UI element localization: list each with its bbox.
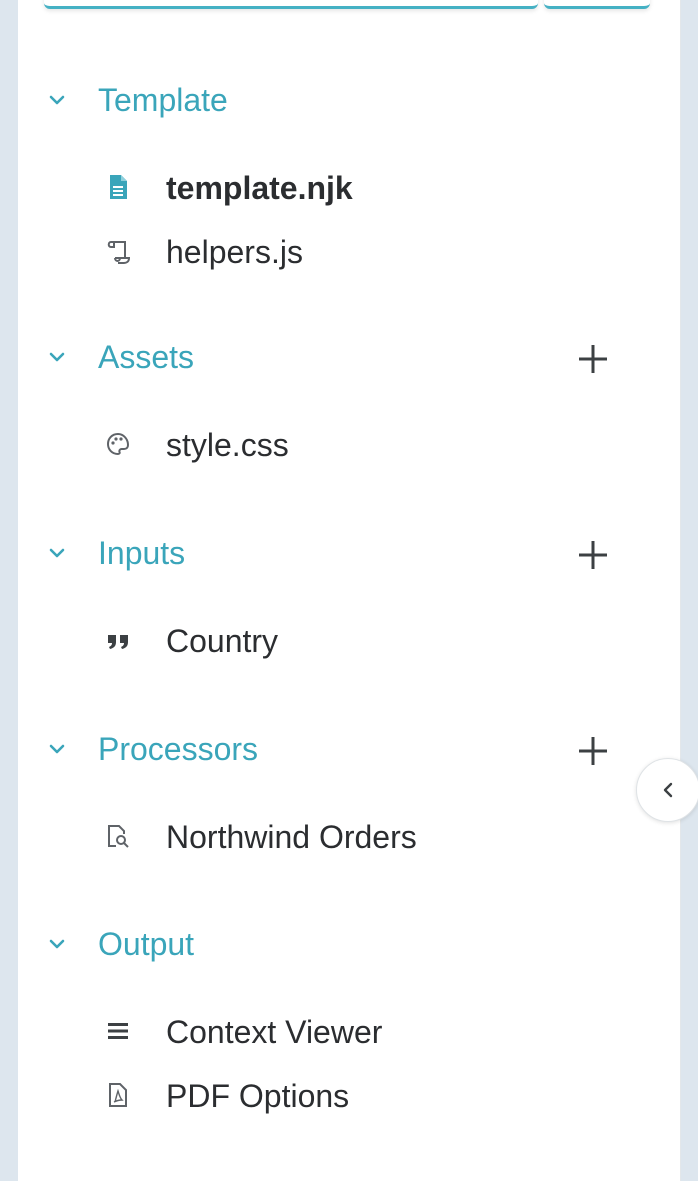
tree-item-style-css[interactable]: style.css: [18, 417, 680, 471]
section-header-assets[interactable]: Assets: [18, 331, 680, 381]
tree-item-northwind-orders[interactable]: Northwind Orders: [18, 809, 680, 863]
chevron-down-icon[interactable]: [46, 92, 68, 108]
palette-icon: [106, 432, 130, 456]
section-title-assets[interactable]: Assets: [98, 337, 194, 377]
tree-item-label: style.css: [166, 427, 289, 463]
tree-item-label: template.njk: [166, 170, 353, 206]
plus-icon[interactable]: [575, 537, 611, 573]
pdf-file-icon: [109, 1083, 127, 1107]
top-tab-main[interactable]: [44, 0, 538, 9]
file-search-icon: [108, 825, 129, 848]
tree-item-label: Context Viewer: [166, 1014, 383, 1050]
section-processors: Processors: [18, 723, 680, 773]
section-inputs: Inputs: [18, 527, 680, 577]
chevron-down-icon[interactable]: [46, 936, 68, 952]
section-title-inputs[interactable]: Inputs: [98, 533, 185, 573]
tree-item-label: helpers.js: [166, 234, 303, 270]
collapse-sidebar-button[interactable]: [636, 758, 698, 822]
script-scroll-icon: [107, 241, 131, 264]
section-header-processors[interactable]: Processors: [18, 723, 680, 773]
section-assets: Assets: [18, 331, 680, 381]
quote-icon: [108, 635, 128, 649]
section-header-output[interactable]: Output: [18, 918, 680, 968]
chevron-down-icon[interactable]: [46, 545, 68, 561]
lines-icon: [108, 1023, 128, 1039]
top-tabs: [44, 0, 650, 10]
section-title-processors[interactable]: Processors: [98, 729, 258, 769]
tree-item-label: Country: [166, 623, 279, 659]
section-header-inputs[interactable]: Inputs: [18, 527, 680, 577]
section-title-template[interactable]: Template: [98, 80, 228, 120]
section-template: Template: [18, 74, 680, 124]
tree-item-label: PDF Options: [166, 1078, 350, 1114]
tree-item-helpers-js[interactable]: helpers.js: [18, 224, 680, 278]
chevron-left-icon: [663, 782, 673, 798]
tree-item-country[interactable]: Country: [18, 613, 680, 667]
tree-item-context-viewer[interactable]: Context Viewer: [18, 1004, 680, 1058]
tree-item-label: Northwind Orders: [166, 819, 417, 855]
chevron-down-icon[interactable]: [46, 741, 68, 757]
file-text-icon: [110, 175, 127, 199]
section-header-template[interactable]: Template: [18, 74, 680, 124]
section-title-output[interactable]: Output: [98, 924, 194, 964]
tree-item-pdf-options[interactable]: PDF Options: [18, 1068, 680, 1122]
plus-icon[interactable]: [575, 341, 611, 377]
page: Template template.njk helpers.js Assets …: [0, 0, 698, 1181]
chevron-down-icon[interactable]: [46, 349, 68, 365]
tree-item-template-njk[interactable]: template.njk: [18, 160, 680, 214]
section-output: Output: [18, 918, 680, 968]
top-tab-secondary[interactable]: [544, 0, 650, 9]
plus-icon[interactable]: [575, 733, 611, 769]
sidebar: Template template.njk helpers.js Assets …: [18, 0, 681, 1181]
